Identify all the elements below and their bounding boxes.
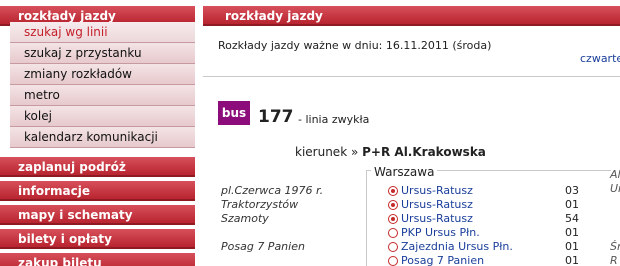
radio-icon[interactable] [388,228,398,238]
connection-number: 54 [565,212,579,225]
connection-link[interactable]: Posag 7 Panien [401,254,484,266]
connection-link[interactable]: PKP Ursus Płn. [401,226,480,239]
stop-name[interactable]: Posag 7 Panien [221,240,305,253]
sidebar-item-zmiany-rozkladow[interactable]: zmiany rozkładów [10,64,195,85]
direction-label: kierunek » P+R Al.Krakowska [295,145,486,159]
sidebar-section-mapy-i-schematy[interactable]: mapy i schematy [0,205,195,225]
divider [203,76,620,77]
radio-icon[interactable] [388,256,398,266]
connection-link[interactable]: Ursus-Ratusz [401,212,473,225]
connection-number: 03 [565,184,579,197]
sidebar-item-szukaj-wg-linii[interactable]: szukaj wg linii [10,22,195,43]
line-number: 177 [258,107,294,127]
direction-prefix: kierunek » [295,145,359,159]
sidebar-item-kolej[interactable]: kolej [10,106,195,127]
sidebar-section-bilety-i-oplaty[interactable]: bilety i opłaty [0,229,195,249]
next-day-link[interactable]: czwarte [580,52,620,65]
right-column-text: Ur [610,182,620,195]
sidebar-item-kalendarz-komunikacji[interactable]: kalendarz komunikacji [10,127,195,148]
sidebar-section-informacje[interactable]: informacje [0,181,195,201]
sidebar-item-metro[interactable]: metro [10,85,195,106]
stop-name[interactable]: pl.Czerwca 1976 r. [221,184,323,197]
connection-link[interactable]: Zajezdnia Ursus Płn. [401,240,513,253]
direction-name[interactable]: P+R Al.Krakowska [362,145,486,159]
radio-icon[interactable] [388,186,398,196]
connection-number: 01 [565,198,579,211]
sidebar-section-zakup-biletu[interactable]: zakup biletu [0,253,195,266]
main-content: rozkłady jazdy Rozkłady jazdy ważne w dn… [203,0,620,266]
right-column-text: R [610,254,618,266]
radio-icon[interactable] [388,242,398,252]
connection-number: 01 [565,254,579,266]
connection-number: 01 [565,240,579,253]
right-column-text: Śr [610,240,620,253]
stop-name[interactable]: Traktorzystów [221,198,298,211]
right-column-text: Al [610,168,620,181]
sidebar-item-szukaj-z-przystanku[interactable]: szukaj z przystanku [10,43,195,64]
stop-name[interactable]: Szamoty [221,212,269,225]
sidebar: rozkłady jazdy szukaj wg linii szukaj z … [0,0,195,266]
validity-date-text: Rozkłady jazdy ważne w dniu: 16.11.2011 … [218,39,492,52]
radio-icon[interactable] [388,214,398,224]
line-type: - linia zwykła [298,113,370,126]
connection-link[interactable]: Ursus-Ratusz [401,184,473,197]
connection-number: 01 [565,226,579,239]
radio-icon[interactable] [388,200,398,210]
bus-icon: bus [218,101,250,125]
sidebar-submenu: szukaj wg linii szukaj z przystanku zmia… [10,22,195,148]
sidebar-section-zaplanuj-podroz[interactable]: zaplanuj podróż [0,157,195,177]
content-header: rozkłady jazdy [203,6,620,26]
connection-link[interactable]: Ursus-Ratusz [401,198,473,211]
city-name: Warszawa [371,165,438,179]
